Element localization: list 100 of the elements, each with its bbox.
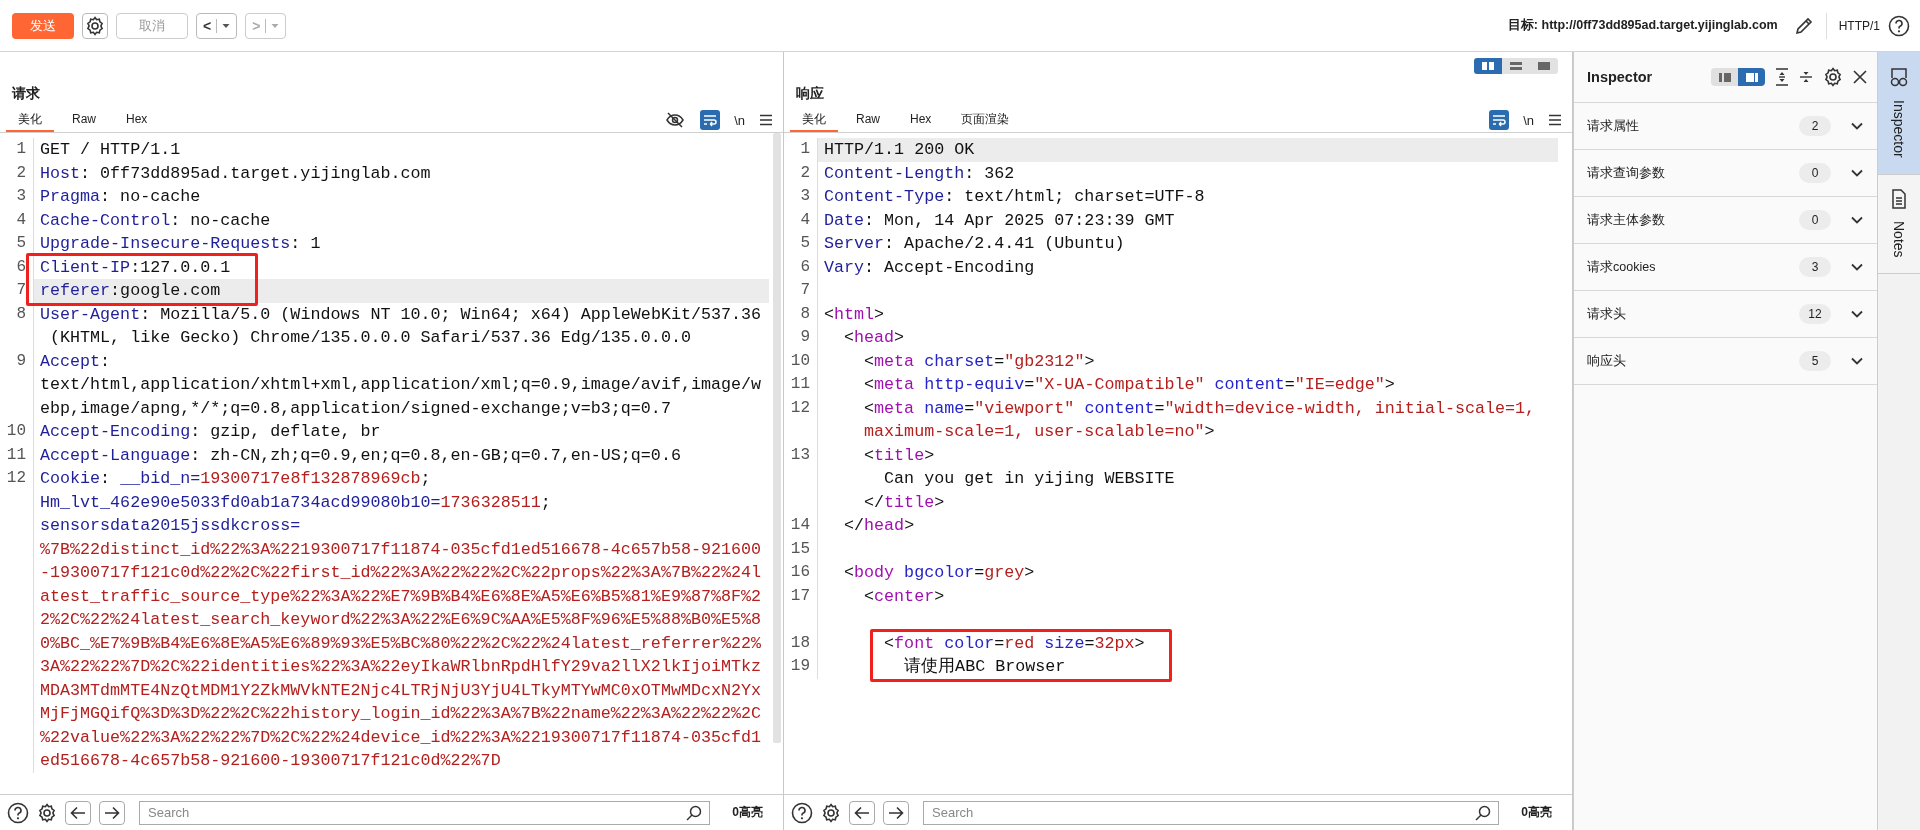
wrap-icon[interactable] (1489, 110, 1510, 130)
help-icon[interactable] (791, 801, 813, 824)
chevron-down-icon[interactable] (1851, 169, 1863, 177)
caret-icon (222, 22, 231, 29)
highlight-count: 0高亮 (1521, 804, 1553, 821)
line-number: 19 (784, 655, 818, 679)
chevron-down-icon[interactable] (1851, 216, 1863, 224)
forward-button[interactable] (883, 800, 909, 825)
settings-icon (821, 802, 841, 823)
view-tab[interactable]: Hex (114, 108, 160, 132)
chevron-down-icon[interactable] (1851, 122, 1863, 130)
code-line: Accept-Language: zh-CN,zh;q=0.9,en;q=0.8,en-GB;q=0.7,en-US;q=0.6 (40, 444, 681, 467)
forward-arrow-icon (888, 805, 904, 820)
layout-toggle[interactable] (1502, 58, 1530, 74)
code-line: 2%2C%22%24latest_search_keyword%22%3A%22%E6%9C%AA%E5%8F%96%E5%88%B0%E5%8 (40, 609, 762, 631)
section-label[interactable]: 请求查询参数 (1587, 164, 1799, 182)
document-icon (1891, 188, 1907, 209)
code-line: (KHTML, like Gecko) Chrome/135.0.0.0 Safari/537.36 Edg/135.0.0.0 (49, 327, 691, 349)
edit-icon[interactable] (1793, 15, 1814, 36)
protocol-label[interactable]: HTTP/1 (1838, 18, 1880, 33)
search-icon[interactable] (1475, 804, 1492, 821)
forward-button[interactable] (99, 800, 125, 825)
code-line: Client-IP:127.0.0.1 (40, 256, 231, 279)
menu-icon[interactable] (1548, 114, 1562, 126)
code-line: Cookie: __bid_n=19300717e8f132878969cb; (40, 468, 431, 490)
code-line: <meta http-equiv="X-UA-Compatible" content="IE=edge"> (863, 374, 1395, 396)
panel-title: 响应 (796, 85, 824, 103)
code-line: referer:google.com (40, 280, 221, 302)
code-line: ed516678-4c657b58-921600-19300717f121c0d%22%7D (40, 750, 501, 772)
search-field[interactable]: Search (139, 800, 711, 825)
layout-toggle[interactable] (1474, 58, 1502, 74)
count-badge: 12 (1799, 304, 1831, 324)
section-label[interactable]: 请求头 (1587, 305, 1799, 323)
view-mode-toggle[interactable] (1738, 68, 1765, 86)
close-icon[interactable] (1853, 70, 1867, 84)
search-field[interactable]: Search (923, 800, 1500, 825)
help-icon[interactable] (1888, 14, 1910, 37)
expand-all-icon[interactable] (1775, 68, 1789, 86)
menu-icon[interactable] (759, 114, 773, 126)
code-line: MDA3MTdmMTE4NzQtMDM1Y2ZkMWVkNTE2Njc4LTRjNjU3YjU4LTkyMTYwMC0xOTMwMDcxN2Yx (40, 679, 762, 702)
settings-button[interactable] (82, 12, 108, 39)
target-url: 目标: http://0ff73dd895ad.target.yijinglab.com (1507, 17, 1778, 34)
newline-toggle[interactable]: \n (1515, 112, 1542, 128)
line-number: 18 (784, 631, 818, 655)
view-tab[interactable]: Raw (844, 108, 892, 132)
view-tab[interactable]: Raw (60, 108, 108, 132)
code-line: <font color=red size=32px> (883, 632, 1145, 655)
layout-toggle[interactable] (1530, 58, 1558, 74)
section-label[interactable]: 响应头 (1587, 352, 1799, 370)
line-number: 8 (784, 302, 818, 326)
section-label[interactable]: 请求属性 (1587, 117, 1799, 135)
view-mode-toggle[interactable] (1711, 68, 1738, 86)
view-tab[interactable]: 美化 (790, 108, 838, 132)
line-number: 3 (784, 185, 818, 209)
code-line: -19300717f121c0d%22%2C%22first_id%22%3A%22%22%2C%22props%22%3A%7B%22%24l (40, 562, 762, 584)
code-line: </head> (843, 515, 915, 537)
right-panel-icon (1745, 72, 1758, 82)
line-number: 10 (784, 349, 818, 373)
chevron-down-icon[interactable] (1851, 357, 1863, 365)
count-badge: 3 (1799, 257, 1831, 277)
view-tab[interactable]: Hex (898, 108, 944, 132)
search-icon[interactable] (686, 804, 703, 821)
code-line: %7B%22distinct_id%22%3A%2219300717f11874-035cfd1ed516678-4c657b58-921600 (40, 538, 762, 561)
line-number: 5 (784, 232, 818, 256)
single-pane-icon (1537, 61, 1551, 71)
help-icon[interactable] (7, 801, 29, 824)
scrollbar[interactable] (773, 133, 781, 743)
code-line: Host: 0ff73dd895ad.target.yijinglab.com (40, 162, 431, 185)
side-tab[interactable]: Inspector (1878, 52, 1920, 175)
code-line: User-Agent: Mozilla/5.0 (Windows NT 10.0; Win64; x64) AppleWebKit/537.36 (40, 303, 762, 326)
count-badge: 2 (1799, 116, 1831, 136)
view-tab[interactable]: 页面渲染 (949, 108, 1022, 132)
chevron-down-icon[interactable] (1851, 310, 1863, 318)
line-number: 4 (784, 208, 818, 232)
code-line: Cache-Control: no-cache (40, 209, 271, 232)
section-label[interactable]: 请求主体参数 (1587, 211, 1799, 229)
newline-toggle[interactable]: \n (726, 112, 753, 128)
view-tab[interactable]: 美化 (6, 108, 54, 132)
back-button[interactable]: < (196, 12, 238, 39)
settings-icon (1823, 67, 1843, 87)
code-line: maximum-scale=1, user-scalable=no"> (863, 421, 1215, 443)
back-button[interactable] (849, 800, 875, 825)
chevron-down-icon[interactable] (1851, 263, 1863, 271)
line-number: 4 (0, 208, 34, 232)
settings-icon (37, 802, 57, 823)
code-line: <center> (863, 585, 945, 608)
code-line: 3A%22%22%7D%2C%22identities%22%3A%22eyIkaWRlbnRpdHlfY29va2llX2lkIjoiMTkz (40, 656, 762, 678)
code-line: GET / HTTP/1.1 (40, 139, 181, 161)
eye-off-icon[interactable] (666, 112, 685, 128)
caret-icon (271, 22, 280, 29)
back-button[interactable] (65, 800, 91, 825)
code-line: <title> (863, 444, 935, 467)
wrap-icon[interactable] (700, 110, 721, 130)
line-number: 9 (784, 326, 818, 350)
line-number: 5 (0, 232, 34, 256)
side-by-side-icon (1481, 61, 1495, 71)
code-line: </title> (863, 491, 945, 514)
line-number: 2 (784, 161, 818, 185)
section-label[interactable]: 请求cookies (1587, 258, 1799, 276)
line-number: 16 (784, 561, 818, 585)
